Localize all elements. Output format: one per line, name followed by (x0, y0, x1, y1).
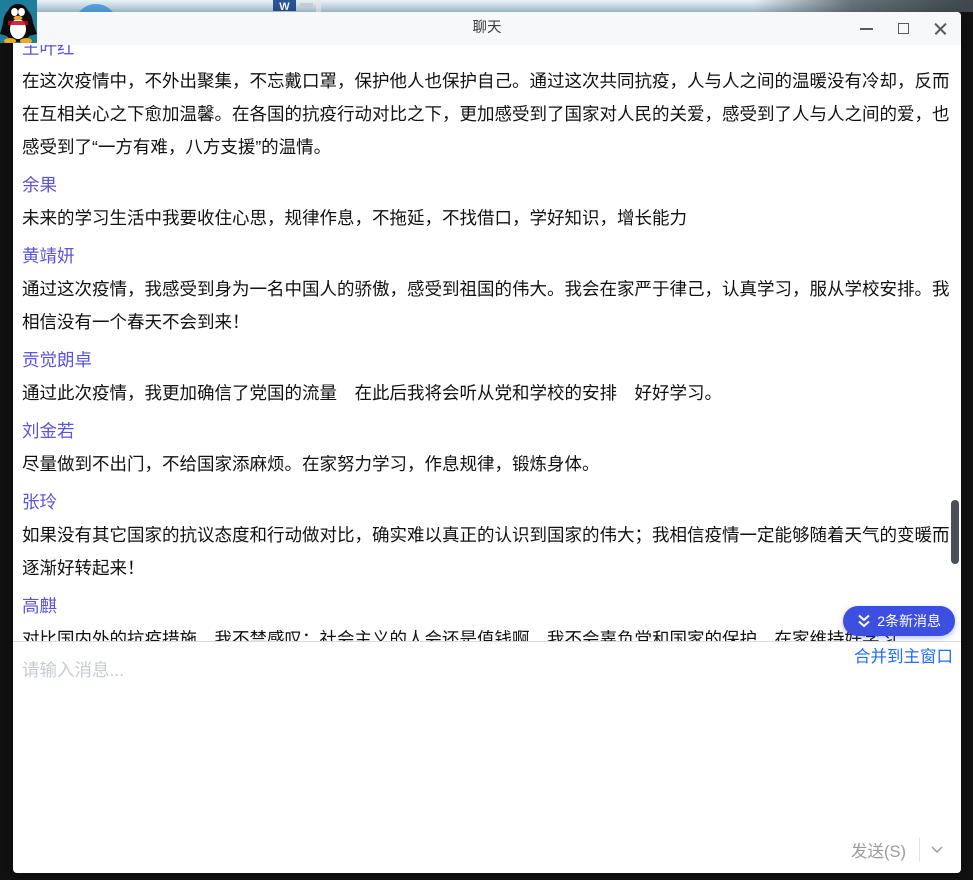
message-text: 如果没有其它国家的抗议态度和行动做对比，确实难以真正的认识到国家的伟大；我相信疫… (22, 519, 952, 585)
window-controls (848, 12, 959, 45)
chat-window: 聊天 王叶红 在这次疫情中，不外出聚集，不忘戴口罩，保护他人也保护自己。通过这次… (13, 12, 961, 873)
minimize-icon (860, 28, 873, 30)
message-text: 通过此次疫情，我更加确信了党国的流量 在此后我将会听从党和学校的安排 好好学习。 (22, 377, 952, 410)
maximize-icon (898, 23, 909, 34)
merge-to-main-window-link[interactable]: 合并到主窗口 (854, 646, 953, 668)
message-text: 对比国内外的抗疫措施 我不禁感叹：社会主义的人会还是值钱啊 我不会辜负党和国家的… (22, 623, 952, 641)
sender-name[interactable]: 张玲 (22, 486, 952, 519)
window-titlebar[interactable]: 聊天 (13, 12, 961, 45)
qq-penguin-icon[interactable] (0, 0, 37, 43)
composer-divider (13, 641, 961, 642)
message-text: 通过这次疫情，我感受到身为一名中国人的骄傲，感受到祖国的伟大。我会在家严于律己，… (22, 273, 952, 339)
message-text: 未来的学习生活中我要收住心思，规律作息，不拖延，不找借口，学好知识，增长能力 (22, 202, 952, 235)
maximize-button[interactable] (885, 12, 922, 45)
send-options-button[interactable] (923, 835, 951, 865)
chevron-down-icon (931, 846, 943, 854)
message-item: 贡觉朗卓 通过此次疫情，我更加确信了党国的流量 在此后我将会听从党和学校的安排 … (22, 344, 952, 410)
message-text: 尽量做到不出门，不给国家添麻烦。在家努力学习，作息规律，锻炼身体。 (22, 448, 952, 481)
message-scroll-content: 王叶红 在这次疫情中，不外出聚集，不忘戴口罩，保护他人也保护自己。通过这次共同抗… (22, 45, 952, 641)
window-edge-sliver (316, 0, 321, 12)
browser-ring-icon[interactable] (65, 0, 126, 12)
message-item: 张玲 如果没有其它国家的抗议态度和行动做对比，确实难以真正的认识到国家的伟大；我… (22, 486, 952, 585)
message-item: 高麒 对比国内外的抗疫措施 我不禁感叹：社会主义的人会还是值钱啊 我不会辜负党和… (22, 590, 952, 641)
message-input[interactable] (22, 657, 722, 817)
sender-name[interactable]: 黄靖妍 (22, 240, 952, 273)
close-button[interactable] (922, 12, 959, 45)
message-item: 黄靖妍 通过这次疫情，我感受到身为一名中国人的骄傲，感受到祖国的伟大。我会在家严… (22, 240, 952, 339)
taskbar-strip: W (0, 0, 973, 12)
new-messages-button[interactable]: 2条新消息 (843, 606, 955, 636)
message-item: 王叶红 在这次疫情中，不外出聚集，不忘戴口罩，保护他人也保护自己。通过这次共同抗… (22, 45, 952, 164)
send-separator (919, 838, 920, 862)
sender-name[interactable]: 高麒 (22, 590, 952, 623)
desktop: { "colors": { "sender_name": "#5b55dd", … (0, 0, 973, 880)
message-list[interactable]: 王叶红 在这次疫情中，不外出聚集，不忘戴口罩，保护他人也保护自己。通过这次共同抗… (13, 45, 961, 641)
send-row: 发送(S) (841, 835, 951, 865)
close-icon (934, 22, 947, 35)
message-item: 余果 未来的学习生活中我要收住心思，规律作息，不拖延，不找借口，学好知识，增长能… (22, 169, 952, 235)
sender-name[interactable]: 刘金若 (22, 415, 952, 448)
new-messages-label: 2条新消息 (877, 611, 941, 631)
scrollbar-thumb[interactable] (951, 500, 959, 564)
message-text: 在这次疫情中，不外出聚集，不忘戴口罩，保护他人也保护自己。通过这次共同抗疫，人与… (22, 65, 952, 164)
wallpaper-dark-cloud (753, 0, 973, 12)
double-chevron-down-icon (857, 614, 871, 628)
qq-penguin-glyph (0, 0, 37, 43)
word-icon[interactable]: W (273, 0, 296, 11)
sender-name[interactable]: 王叶红 (22, 45, 952, 65)
sender-name[interactable]: 贡觉朗卓 (22, 344, 952, 377)
window-title: 聊天 (13, 12, 961, 45)
message-item: 刘金若 尽量做到不出门，不给国家添麻烦。在家努力学习，作息规律，锻炼身体。 (22, 415, 952, 481)
minimize-button[interactable] (848, 12, 885, 45)
send-button[interactable]: 发送(S) (841, 838, 916, 862)
sender-name[interactable]: 余果 (22, 169, 952, 202)
minimized-window-dash (300, 3, 313, 7)
